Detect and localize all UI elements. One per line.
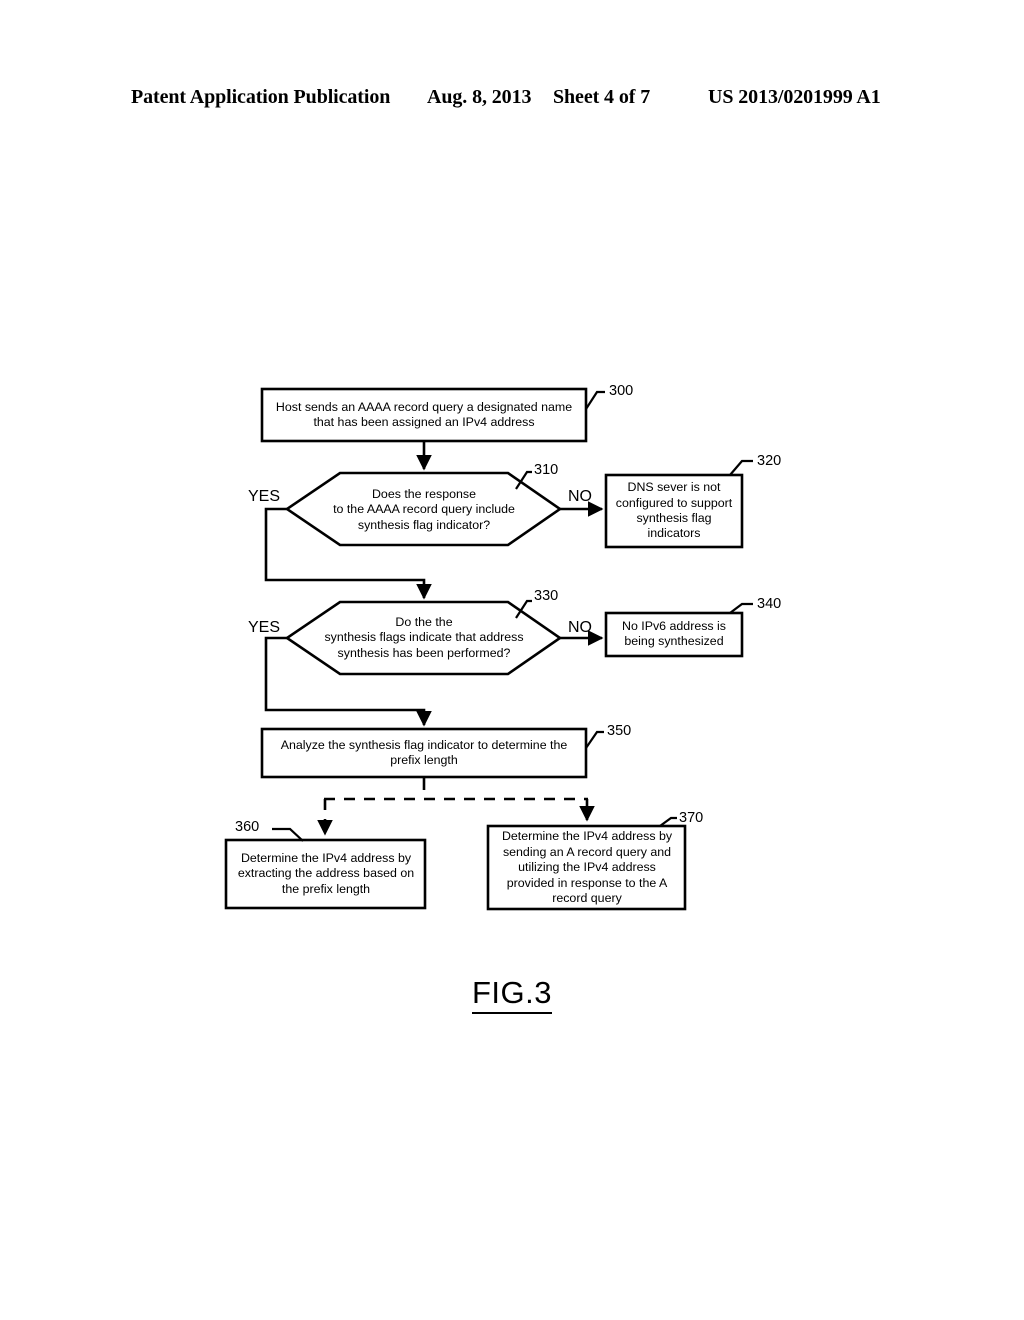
node-350-shape	[260, 727, 588, 779]
node-340-shape	[604, 611, 744, 658]
figure-caption-text: FIG.3	[471, 975, 552, 1014]
node-360-shape	[224, 838, 427, 910]
leader-320	[729, 459, 753, 476]
leader-350	[585, 730, 604, 749]
leader-300	[585, 390, 605, 410]
patent-figure-3: Host sends an AAAA record query a design…	[0, 0, 1024, 1320]
flowchart-diagram	[224, 387, 753, 911]
node-370-shape	[486, 824, 687, 911]
node-320-shape	[604, 473, 744, 549]
node-300-shape	[260, 387, 588, 443]
figure-caption: FIG.3	[0, 975, 1024, 1014]
leader-340	[729, 602, 753, 614]
